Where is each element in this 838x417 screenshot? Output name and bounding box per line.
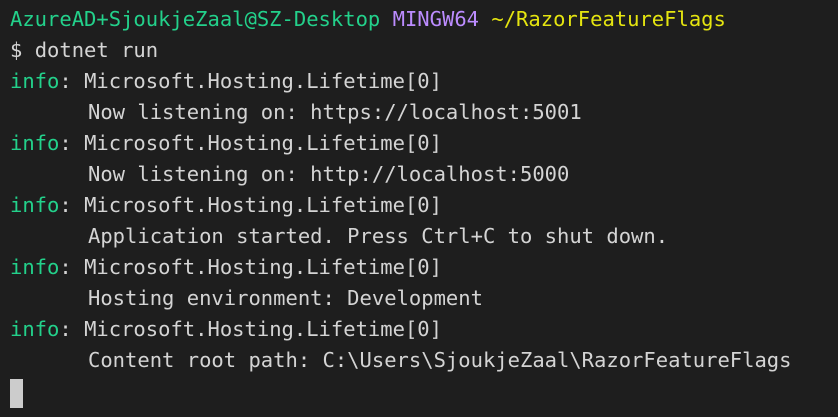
log-message-line: Now listening on: https://localhost:5001 [10,97,838,128]
log-message: Now listening on: https://localhost:5001 [88,100,582,124]
log-level: info [10,131,60,155]
log-source: Microsoft.Hosting.Lifetime[0] [84,255,442,279]
log-source: Microsoft.Hosting.Lifetime[0] [84,193,442,217]
log-level: info [10,317,60,341]
log-header: info: Microsoft.Hosting.Lifetime[0] [10,255,442,279]
log-level: info [10,255,60,279]
log-source: Microsoft.Hosting.Lifetime[0] [84,69,442,93]
log-level: info [10,69,60,93]
text-cursor [10,378,23,408]
log-header: info: Microsoft.Hosting.Lifetime[0] [10,69,442,93]
log-header: info: Microsoft.Hosting.Lifetime[0] [10,317,442,341]
input-line[interactable] [10,376,838,408]
log-level: info [10,193,60,217]
prompt-user-host: AzureAD+SjoukjeZaal@SZ-Desktop [10,7,381,31]
log-message: Hosting environment: Development [88,286,483,310]
log-message: Now listening on: http://localhost:5000 [88,162,570,186]
terminal-window[interactable]: AzureAD+SjoukjeZaal@SZ-Desktop MINGW64 ~… [0,0,838,417]
log-message: Content root path: C:\Users\SjoukjeZaal\… [88,348,792,372]
log-header: info: Microsoft.Hosting.Lifetime[0] [10,193,442,217]
command-text: dotnet run [34,38,159,62]
log-header: info: Microsoft.Hosting.Lifetime[0] [10,131,442,155]
log-message-line: Content root path: C:\Users\SjoukjeZaal\… [10,345,838,376]
log-message-line: Now listening on: http://localhost:5000 [10,159,838,190]
prompt-shell: MINGW64 [392,7,480,31]
log-message-line: Application started. Press Ctrl+C to shu… [10,221,838,252]
prompt-symbol: $ [10,38,23,62]
log-source: Microsoft.Hosting.Lifetime[0] [84,317,442,341]
prompt-path: ~/RazorFeatureFlags [491,7,726,31]
log-message: Application started. Press Ctrl+C to shu… [88,224,669,248]
prompt-line: AzureAD+SjoukjeZaal@SZ-Desktop MINGW64 ~… [10,4,838,35]
log-message-line: Hosting environment: Development [10,283,838,314]
log-source: Microsoft.Hosting.Lifetime[0] [84,131,442,155]
command-line: $ dotnet run [10,35,838,66]
